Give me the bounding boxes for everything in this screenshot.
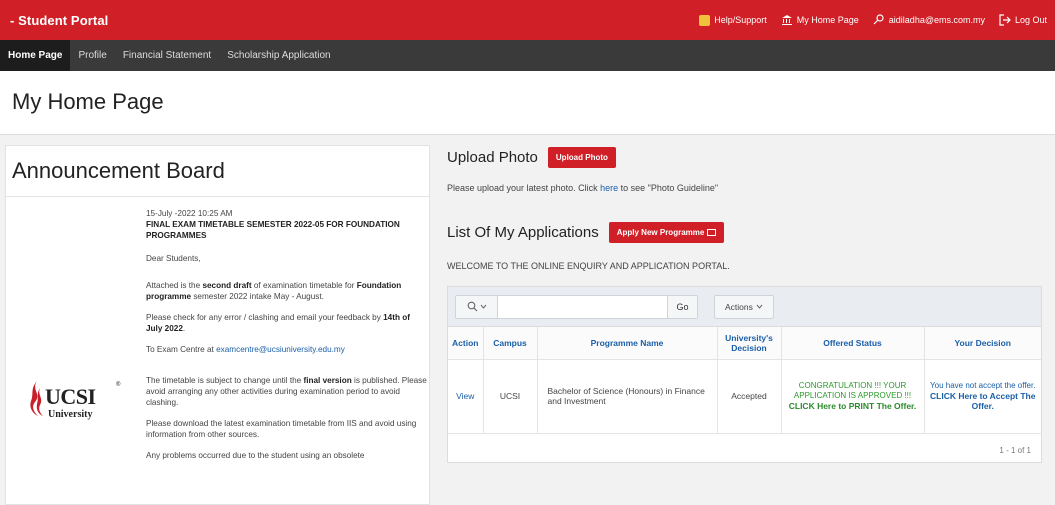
top-header: - Student Portal Help/Support My Home Pa… <box>0 0 1055 40</box>
table-row: View UCSI Bachelor of Science (Honours) … <box>448 359 1041 434</box>
nav-item-home-page[interactable]: Home Page <box>0 40 71 71</box>
page-title: My Home Page <box>12 89 164 114</box>
applications-table: Action Campus Programme Name University'… <box>448 327 1041 434</box>
column-header-programme-name[interactable]: Programme Name <box>537 327 718 360</box>
help-support-link[interactable]: Help/Support <box>699 14 767 26</box>
logout-label: Log Out <box>1014 15 1047 25</box>
logout-icon <box>999 14 1011 26</box>
user-key-icon <box>873 14 884 25</box>
announcement-board: Announcement Board UCSI ® University 15-… <box>5 145 431 505</box>
logo-registered-mark: ® <box>116 382 121 388</box>
nav-item-profile[interactable]: Profile <box>70 40 114 71</box>
logo-wordmark: UCSI <box>45 384 96 409</box>
grid-toolbar: Go Actions <box>448 287 1041 327</box>
offered-message: CONGRATULATION !!! YOUR APPLICATION IS A… <box>793 381 912 400</box>
applications-heading: List Of My Applications <box>447 224 599 241</box>
view-link[interactable]: View <box>456 391 474 401</box>
page-header: My Home Page <box>0 71 1055 135</box>
text-span: Attached is the <box>146 281 203 290</box>
logo-subtitle: University <box>48 409 93 420</box>
nav-item-financial-statement[interactable]: Financial Statement <box>115 40 219 71</box>
text-span: of examination timetable for <box>251 281 357 290</box>
text-bold: final version <box>303 376 352 385</box>
decision-message: You have not accept the offer. <box>930 381 1036 390</box>
logout-link[interactable]: Log Out <box>999 14 1047 26</box>
table-header-row: Action Campus Programme Name University'… <box>448 327 1041 360</box>
calendar-icon <box>707 229 717 236</box>
announcement-divider <box>6 196 431 197</box>
cell-campus: UCSI <box>483 359 538 434</box>
chevron-down-icon <box>756 304 763 309</box>
portal-brand[interactable]: - Student Portal <box>10 13 108 28</box>
text-span: semester 2022 intake May - August. <box>191 292 324 301</box>
cell-university-decision: Accepted <box>717 359 782 434</box>
announcement-content: 15-July -2022 10:25 AM FINAL EXAM TIMETA… <box>146 208 428 471</box>
go-button[interactable]: Go <box>667 295 697 318</box>
column-header-offered-status[interactable]: Offered Status <box>781 327 925 360</box>
text-span: . <box>182 324 186 333</box>
cell-your-decision: You have not accept the offer. CLICK Her… <box>924 359 1041 434</box>
print-offer-link[interactable]: CLICK Here to PRINT The Offer. <box>786 401 920 411</box>
pagination-info: 1 - 1 of 1 <box>999 446 1031 455</box>
announcement-greeting: Dear Students, <box>146 254 201 263</box>
institution-icon <box>781 15 792 25</box>
search-column-selector[interactable] <box>456 295 498 318</box>
search-input[interactable] <box>498 295 667 318</box>
cell-programme-name: Bachelor of Science (Honours) in Finance… <box>537 359 718 434</box>
actions-label: Actions <box>725 301 753 312</box>
my-home-page-label: My Home Page <box>796 15 859 25</box>
column-header-university-decision[interactable]: University's Decision <box>717 327 782 360</box>
announcement-paragraph: To Exam Centre at examcentre@ucsiunivers… <box>146 344 428 355</box>
exam-centre-email-link[interactable]: examcentre@ucsiuniversity.edu.my <box>216 345 345 354</box>
my-home-page-link[interactable]: My Home Page <box>781 14 859 26</box>
cell-action: View <box>448 359 484 434</box>
apply-button-label: Apply New Programme <box>616 228 705 237</box>
welcome-message: WELCOME TO THE ONLINE ENQUIRY AND APPLIC… <box>447 261 730 271</box>
apply-new-programme-button[interactable]: Apply New Programme <box>608 222 725 243</box>
text-span: to see "Photo Guideline" <box>618 183 719 193</box>
announcement-paragraph: Attached is the second draft of examinat… <box>146 280 428 302</box>
flame-icon <box>30 381 43 416</box>
announcement-paragraph: Please download the latest examination t… <box>146 419 417 439</box>
grid-search: Go <box>455 294 698 319</box>
top-links: Help/Support My Home Page aidiladha@ems.… <box>699 14 1047 26</box>
announcement-title: FINAL EXAM TIMETABLE SEMESTER 2022-05 FO… <box>146 220 400 240</box>
accept-offer-link[interactable]: CLICK Here to Accept The Offer. <box>929 391 1038 411</box>
user-email-label: aidiladha@ems.com.my <box>888 15 985 25</box>
announcement-paragraph: Any problems occurred due to the student… <box>146 451 365 460</box>
main-nav: Home Page Profile Financial Statement Sc… <box>0 40 1055 71</box>
search-icon <box>467 301 477 312</box>
upload-photo-note: Please upload your latest photo. Click h… <box>447 183 718 193</box>
chevron-down-icon <box>480 304 486 309</box>
upload-photo-section: Upload Photo Upload Photo <box>447 147 616 168</box>
applications-grid: Go Actions Action Campus Programme Name … <box>447 286 1042 463</box>
announcement-paragraph: The timetable is subject to change until… <box>146 375 428 408</box>
help-icon <box>699 14 711 26</box>
applications-section: List Of My Applications Apply New Progra… <box>447 222 725 243</box>
announcement-date: 15-July -2022 10:25 AM <box>146 209 233 218</box>
text-span: The timetable is subject to change until… <box>146 376 304 385</box>
cell-offered-status: CONGRATULATION !!! YOUR APPLICATION IS A… <box>781 359 925 434</box>
announcement-heading: Announcement Board <box>12 158 225 183</box>
text-bold: second draft <box>202 281 252 290</box>
nav-item-scholarship-application[interactable]: Scholarship Application <box>219 40 338 71</box>
upload-photo-button[interactable]: Upload Photo <box>547 147 616 168</box>
column-header-campus[interactable]: Campus <box>483 327 538 360</box>
text-span: Please check for any error / clashing an… <box>146 313 384 322</box>
upload-photo-heading: Upload Photo <box>447 149 538 166</box>
actions-menu-button[interactable]: Actions <box>714 294 774 319</box>
user-account-link[interactable]: aidiladha@ems.com.my <box>873 14 985 26</box>
announcement-paragraph: Please check for any error / clashing an… <box>146 312 428 334</box>
column-header-your-decision[interactable]: Your Decision <box>924 327 1041 360</box>
column-header-action[interactable]: Action <box>448 327 484 360</box>
text-span: To Exam Centre at <box>146 345 217 354</box>
text-span: Please upload your latest photo. Click <box>447 183 601 193</box>
ucsi-logo: UCSI ® University <box>28 378 128 428</box>
help-support-label: Help/Support <box>714 15 767 25</box>
photo-guideline-link[interactable]: here <box>600 183 618 193</box>
